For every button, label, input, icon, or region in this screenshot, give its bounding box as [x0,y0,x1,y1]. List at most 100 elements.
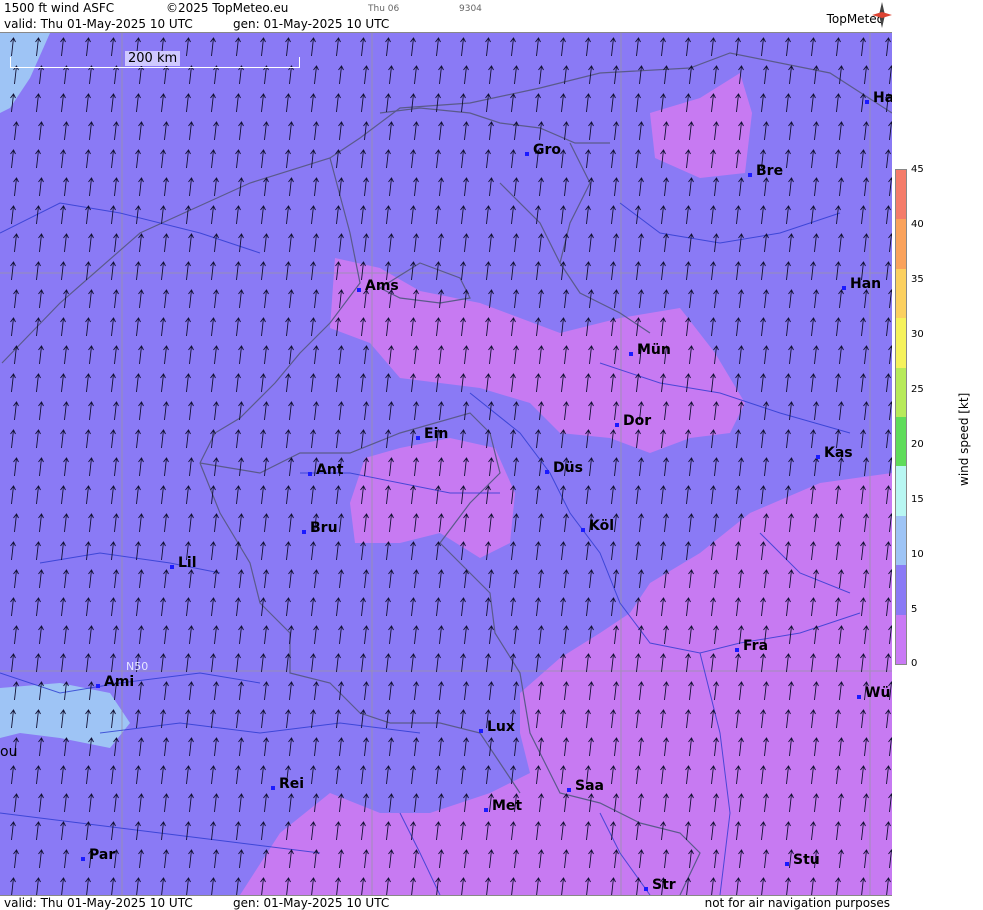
wind-arrow [260,709,266,729]
wind-arrow [310,317,316,337]
city-marker[interactable]: Rei [271,776,304,792]
wind-arrow [535,653,541,673]
wind-map[interactable]: 200 km N50 Ha Gro Bre Ams Han Mün Dor Ei… [0,33,892,895]
city-marker[interactable]: Ant [308,462,344,478]
wind-arrow [463,737,469,757]
wind-arrow [263,793,269,813]
wind-arrow [338,345,344,365]
wind-arrow [538,457,544,477]
wind-arrow [388,121,394,141]
wind-arrow [313,177,319,197]
city-marker[interactable]: Düs [545,460,583,476]
wind-arrow [285,37,291,57]
city-marker[interactable]: Lil [170,555,197,571]
wind-arrow [335,597,341,617]
wind-arrow [60,429,66,449]
wind-arrow [310,653,316,673]
city-marker[interactable]: Ein [416,426,448,442]
wind-arrow [138,233,144,253]
wind-arrow [210,877,216,895]
wind-arrow [610,37,616,57]
wind-arrow [760,261,766,281]
wind-arrow [160,653,166,673]
wind-arrow [513,401,519,421]
wind-arrow [410,205,416,225]
wind-arrow [335,93,341,113]
wind-arrow [635,93,641,113]
day-tab[interactable]: Thu 06 [368,4,399,14]
city-marker[interactable]: Köl [581,518,614,534]
wind-arrow [335,205,341,225]
wind-arrow [38,121,44,141]
legend-tick: 10 [911,549,924,560]
city-marker[interactable]: Str [644,877,676,893]
wind-arrow [513,65,519,85]
city-marker[interactable]: Bru [302,520,338,536]
wind-arrow [63,457,69,477]
city-marker[interactable]: Gro [525,142,561,158]
wind-arrow [235,205,241,225]
wind-arrow [435,765,441,785]
wind-arrow [560,37,566,57]
wind-arrow [888,345,892,365]
valid-time: valid: Thu 01-May-2025 10 UTC [4,17,193,31]
wind-arrow [885,261,891,281]
wind-arrow [363,121,369,141]
city-marker[interactable]: Ami [96,674,134,690]
wind-arrow [10,429,16,449]
wind-arrow [560,205,566,225]
legend-color-band [896,219,906,269]
wind-arrow [10,653,16,673]
wind-arrow [838,401,844,421]
wind-arrow [860,317,866,337]
wind-arrow [410,765,416,785]
city-label-partial[interactable]: ou [0,744,17,760]
wind-arrow [35,373,41,393]
city-marker[interactable]: Han [842,276,881,292]
city-marker[interactable]: Dor [615,413,651,429]
city-marker[interactable]: Mün [629,342,671,358]
wind-arrow [860,149,866,169]
wind-arrow [63,737,69,757]
wind-arrow [113,513,119,533]
wind-arrow [135,317,141,337]
wind-arrow [110,765,116,785]
city-marker[interactable]: Ha [865,90,892,106]
wind-arrow [413,65,419,85]
wind-arrow [238,457,244,477]
city-marker[interactable]: Fra [735,638,768,654]
wind-arrow [113,65,119,85]
city-marker[interactable]: Lux [479,719,515,735]
city-marker[interactable]: Saa [567,778,604,794]
city-marker[interactable]: Met [484,798,522,814]
wind-arrow [488,625,494,645]
wind-arrow [185,485,191,505]
wind-arrow [338,625,344,645]
wind-arrow [485,261,491,281]
wind-arrow [560,429,566,449]
wind-arrow [35,541,41,561]
wind-arrow [260,429,266,449]
wind-arrow [710,37,716,57]
wind-arrow [835,149,841,169]
wind-arrow [510,149,516,169]
city-marker[interactable]: Par [81,847,115,863]
city-marker[interactable]: Ams [357,278,399,294]
wind-arrow [213,793,219,813]
city-marker[interactable]: Bre [748,163,783,179]
wind-arrow [288,65,294,85]
wind-arrow [63,121,69,141]
wind-arrow [138,289,144,309]
wind-arrow [860,37,866,57]
city-marker[interactable]: Kas [816,445,853,461]
wind-arrow [60,485,66,505]
city-marker[interactable]: Stu [785,852,820,868]
wind-arrow [210,429,216,449]
wind-arrow [88,121,94,141]
wind-arrow [38,793,44,813]
wind-arrow [413,737,419,757]
wind-arrow [235,877,241,895]
wind-arrow [388,625,394,645]
wind-arrow [360,149,366,169]
city-marker[interactable]: Wü [857,685,890,701]
